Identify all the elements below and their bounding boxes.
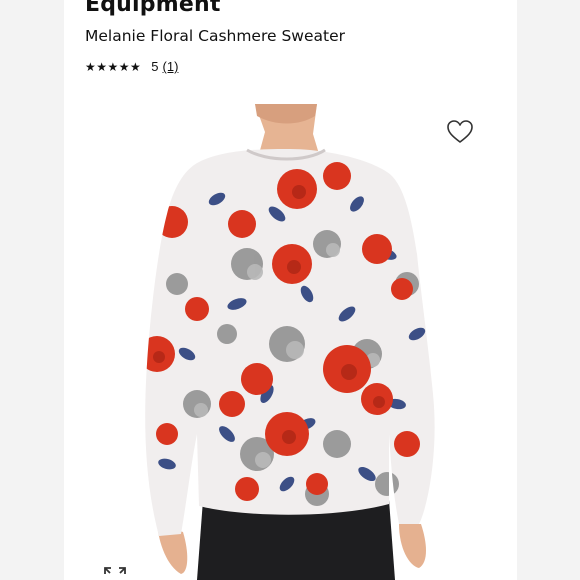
rating-row: ★★★★★ 5 (1) xyxy=(85,59,178,74)
rating-value: 5 xyxy=(151,59,159,74)
right-hand xyxy=(399,524,426,568)
brand-name[interactable]: Equipment xyxy=(85,0,221,17)
expand-icon[interactable] xyxy=(103,566,127,580)
product-image[interactable] xyxy=(137,104,440,580)
star-rating: ★★★★★ xyxy=(85,59,142,74)
product-page: Equipment Melanie Floral Cashmere Sweate… xyxy=(64,0,517,580)
product-title: Melanie Floral Cashmere Sweater xyxy=(85,27,346,45)
heart-icon[interactable] xyxy=(446,119,474,145)
review-count-link[interactable]: (1) xyxy=(163,59,179,74)
